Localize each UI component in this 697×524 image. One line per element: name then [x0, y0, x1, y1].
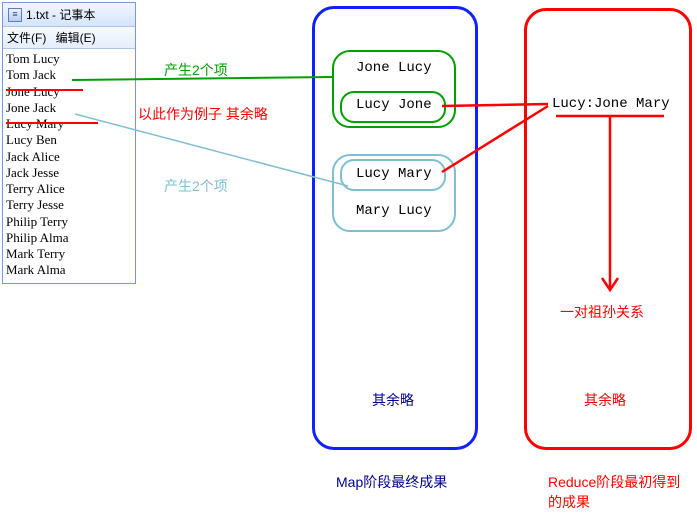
menu-edit[interactable]: 编辑(E)	[56, 31, 96, 45]
reduce-output: Lucy:Jone Mary	[552, 96, 670, 112]
map-item-3: Lucy Mary	[356, 166, 432, 182]
notepad-menu: 文件(F) 编辑(E)	[3, 27, 135, 49]
reduce-rest-omitted: 其余略	[584, 390, 626, 410]
notepad-title: 1.txt - 记事本	[26, 6, 95, 23]
example-note: 以此作为例子 其余略	[138, 104, 268, 124]
reduce-caption: Reduce阶段最初得到的成果	[548, 472, 688, 512]
map-item-4: Mary Lucy	[356, 203, 432, 219]
green-note: 产生2个项	[164, 60, 228, 80]
map-item-1: Jone Lucy	[356, 60, 432, 76]
grandparent-label: 一对祖孙关系	[560, 302, 644, 322]
cyan-note: 产生2个项	[164, 176, 228, 196]
notepad-content: Tom Lucy Tom Jack Jone Lucy Jone Jack Lu…	[3, 49, 135, 283]
notepad-window: ≡ 1.txt - 记事本 文件(F) 编辑(E) Tom Lucy Tom J…	[2, 2, 136, 284]
map-caption: Map阶段最终成果	[336, 472, 447, 492]
notepad-titlebar: ≡ 1.txt - 记事本	[3, 3, 135, 27]
map-rest-omitted: 其余略	[372, 390, 414, 410]
notepad-icon: ≡	[8, 8, 22, 22]
map-item-2: Lucy Jone	[356, 97, 432, 113]
menu-file[interactable]: 文件(F)	[7, 31, 46, 45]
reduce-stage-box	[524, 8, 692, 450]
